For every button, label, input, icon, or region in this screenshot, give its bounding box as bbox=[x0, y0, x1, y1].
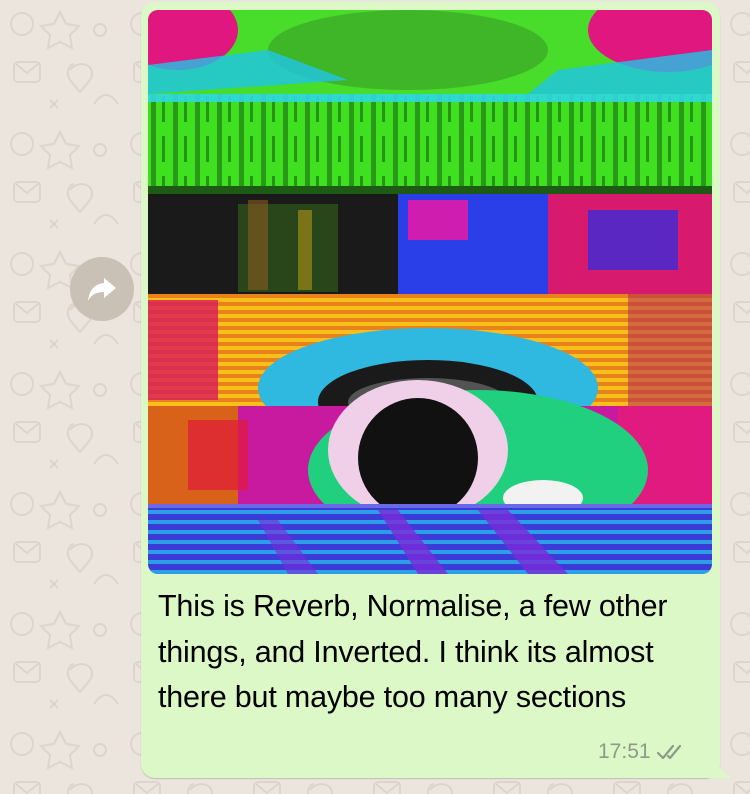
message-meta: 17:51 bbox=[598, 740, 687, 764]
message-time: 17:51 bbox=[598, 740, 651, 763]
image-attachment[interactable] bbox=[148, 10, 712, 574]
double-check-icon bbox=[656, 744, 681, 760]
message-caption: This is Reverb, Normalise, a few other t… bbox=[158, 589, 668, 714]
forward-button[interactable] bbox=[70, 257, 134, 321]
bubble-tail bbox=[700, 752, 734, 778]
forward-arrow-icon bbox=[88, 278, 116, 301]
